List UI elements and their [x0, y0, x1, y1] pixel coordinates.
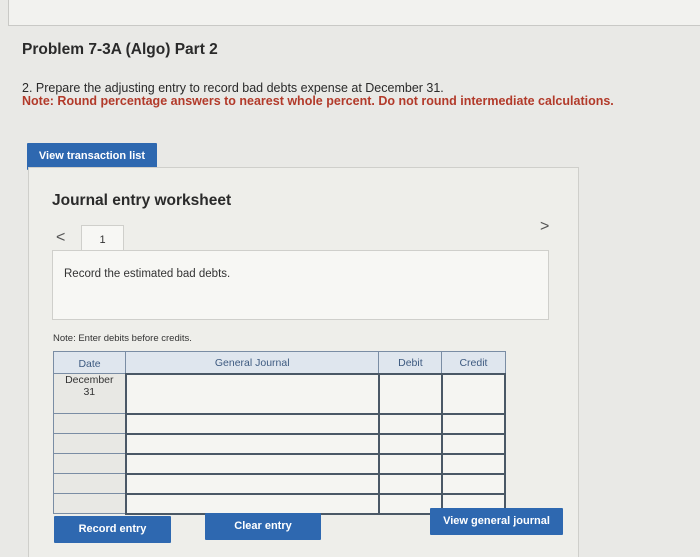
journal-table: Date General Journal Debit Credit Decemb…	[52, 351, 507, 515]
account-input[interactable]	[124, 432, 380, 455]
date-cell[interactable]	[52, 473, 127, 494]
date-cell[interactable]	[52, 413, 127, 434]
general-journal-header: General Journal	[125, 351, 380, 374]
record-instruction-text: Record the estimated bad debts.	[64, 268, 231, 280]
credit-input[interactable]	[440, 432, 507, 455]
chevron-right-icon[interactable]: >	[540, 218, 549, 236]
date-cell[interactable]	[52, 493, 127, 514]
rounding-note: Note: Round percentage answers to neares…	[22, 94, 614, 108]
date-cell[interactable]	[52, 453, 127, 474]
table-row	[52, 432, 507, 455]
entry-tab-1[interactable]: 1	[81, 225, 124, 253]
account-input[interactable]	[124, 412, 380, 435]
date-header: Date	[52, 351, 127, 374]
account-input[interactable]	[124, 452, 380, 475]
account-input[interactable]	[124, 492, 380, 515]
worksheet-title: Journal entry worksheet	[52, 192, 232, 209]
debit-credit-note: Note: Enter debits before credits.	[53, 333, 192, 344]
problem-title: Problem 7-3A (Algo) Part 2	[22, 41, 218, 58]
chevron-left-icon[interactable]: <	[56, 229, 65, 247]
debit-input[interactable]	[377, 372, 443, 415]
debit-header: Debit	[378, 351, 443, 374]
credit-input[interactable]	[440, 452, 507, 475]
view-general-journal-button[interactable]: View general journal	[430, 508, 563, 535]
debit-input[interactable]	[377, 412, 443, 435]
table-row	[52, 452, 507, 475]
problem-instruction: 2. Prepare the adjusting entry to record…	[22, 81, 444, 95]
table-row: December 31	[52, 372, 507, 415]
debit-input[interactable]	[377, 432, 443, 455]
credit-input[interactable]	[440, 472, 507, 495]
record-instruction-box	[52, 250, 549, 320]
debit-input[interactable]	[377, 452, 443, 475]
table-row	[52, 412, 507, 435]
credit-header: Credit	[441, 351, 506, 374]
date-cell[interactable]: December 31	[52, 373, 127, 414]
date-cell[interactable]	[52, 433, 127, 454]
previous-panel	[8, 0, 700, 26]
record-entry-button[interactable]: Record entry	[54, 516, 171, 543]
table-row	[52, 472, 507, 495]
account-input[interactable]	[124, 472, 380, 495]
account-input[interactable]	[124, 372, 380, 415]
view-transaction-list-button[interactable]: View transaction list	[27, 143, 157, 170]
debit-input[interactable]	[377, 472, 443, 495]
credit-input[interactable]	[440, 372, 507, 415]
credit-input[interactable]	[440, 412, 507, 435]
clear-entry-button[interactable]: Clear entry	[205, 513, 321, 540]
